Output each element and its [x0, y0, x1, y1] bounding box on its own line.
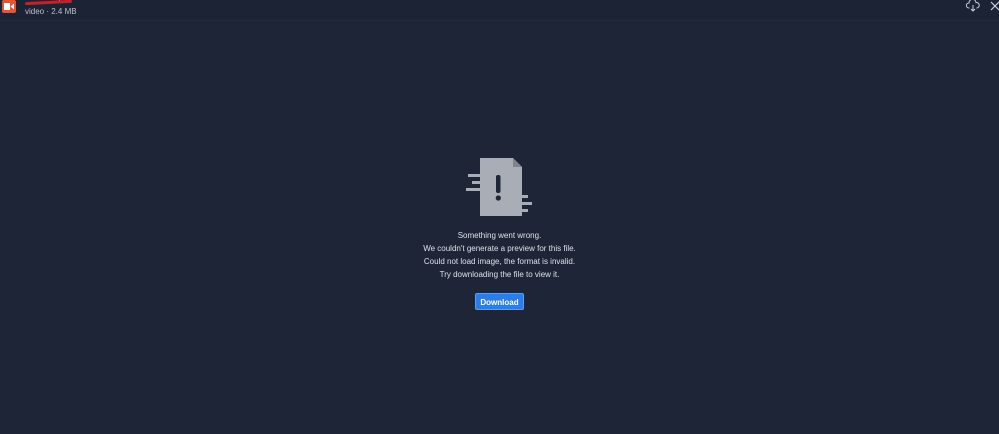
error-detail: Could not load image, the format is inva…: [423, 257, 576, 266]
file-meta: video · 2.4 MB: [25, 7, 77, 16]
error-description: We couldn't generate a preview for this …: [423, 244, 576, 253]
cloud-download-icon[interactable]: [965, 0, 980, 12]
close-icon[interactable]: [990, 0, 999, 11]
error-hint: Try downloading the file to view it.: [439, 270, 560, 279]
preview-error: Something went wrong. We couldn't genera…: [0, 155, 999, 310]
error-title: Something went wrong.: [457, 231, 542, 240]
download-button[interactable]: Download: [475, 293, 524, 310]
preview-header: meeting-rec video · 2.4 MB: [0, 0, 999, 21]
error-messages: Something went wrong. We couldn't genera…: [0, 229, 999, 281]
file-preview-page: meeting-rec video · 2.4 MB: [0, 0, 999, 434]
video-file-icon: [2, 0, 16, 13]
broken-file-icon: [465, 158, 532, 216]
